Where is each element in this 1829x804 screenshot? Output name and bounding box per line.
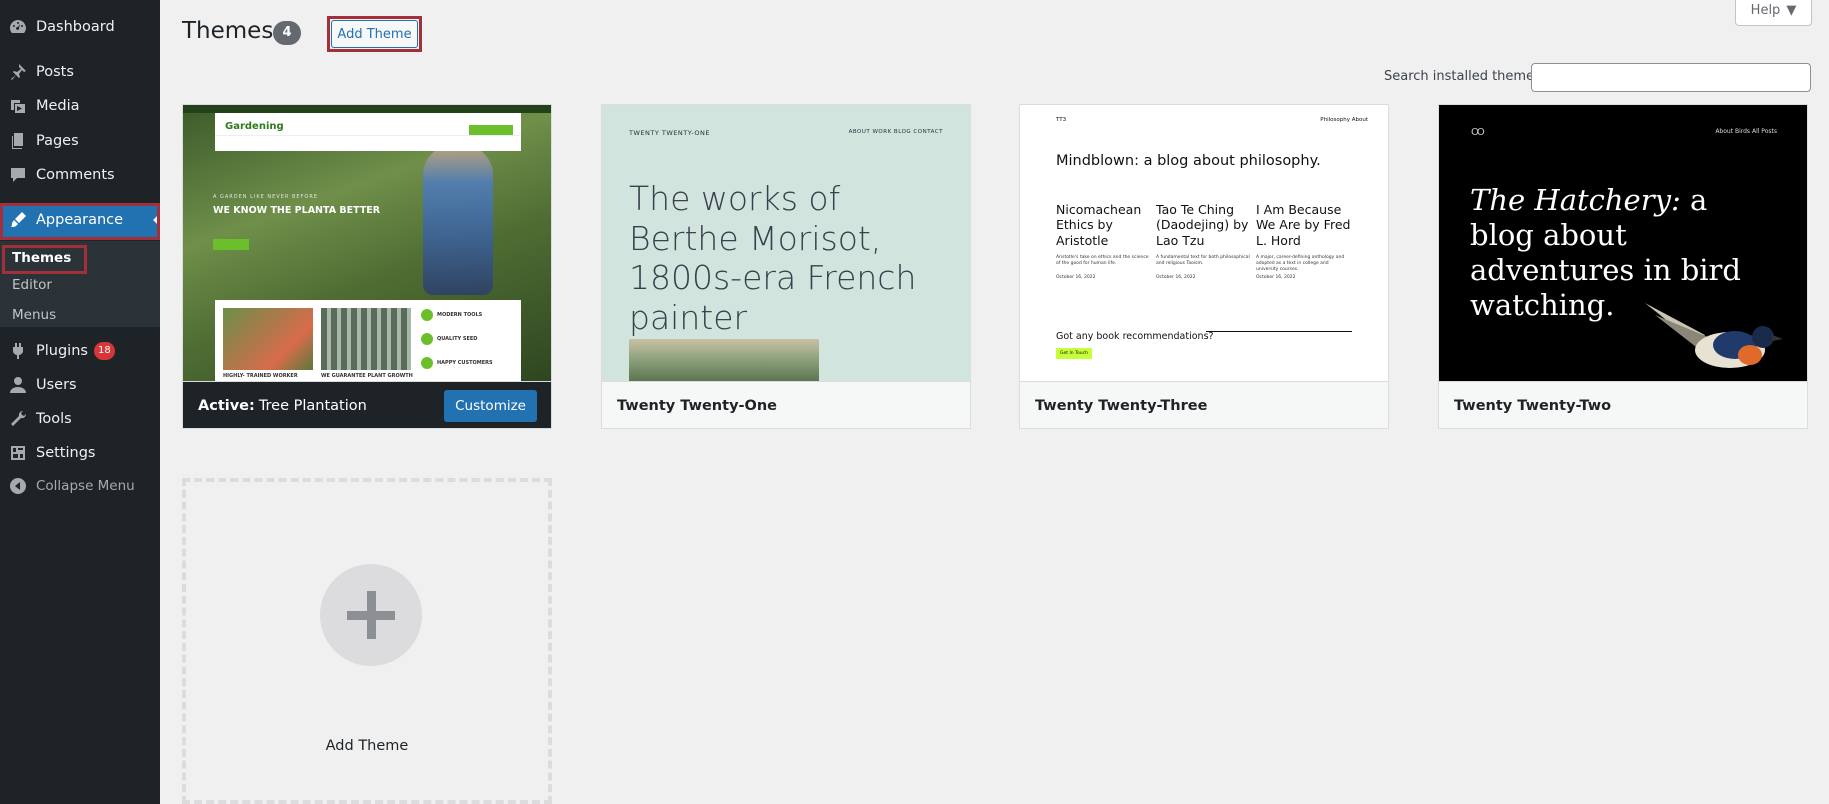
preview-post-excerpt: A fundamental text for both philosophica… bbox=[1156, 255, 1250, 266]
sidebar-item-label: Settings bbox=[36, 445, 96, 461]
preview-button: Get In Touch bbox=[1056, 348, 1092, 359]
paintbrush-icon bbox=[0, 210, 36, 230]
sidebar-item-label: Plugins bbox=[36, 343, 88, 359]
sidebar-item-media[interactable]: Media bbox=[0, 89, 160, 123]
dashboard-icon bbox=[0, 17, 36, 37]
submenu-item-themes[interactable]: Themes bbox=[12, 250, 71, 266]
theme-card-twenty-twenty-three[interactable]: TT3 Philosophy About Mindblown: a blog a… bbox=[1019, 104, 1389, 429]
preview-nav: About Birds All Posts bbox=[1715, 128, 1777, 135]
preview-post-excerpt: Aristotle's take on ethics and the scien… bbox=[1056, 255, 1149, 266]
sidebar-item-dashboard[interactable]: Dashboard bbox=[0, 10, 160, 44]
sidebar-item-label: Dashboard bbox=[36, 19, 115, 35]
preview-site-title: TT3 bbox=[1056, 117, 1067, 123]
pin-icon bbox=[0, 62, 36, 82]
active-label: Active: bbox=[198, 398, 255, 414]
sidebar-item-pages[interactable]: Pages bbox=[0, 124, 160, 158]
customize-button[interactable]: Customize bbox=[444, 390, 537, 422]
preview-nav: Philosophy About bbox=[1320, 117, 1368, 123]
preview-feature: QUALITY SEED bbox=[421, 332, 516, 346]
theme-card-tree-plantation[interactable]: Gardening A GARDEN LIKE NEVER BEFORE WE … bbox=[182, 104, 552, 429]
theme-name: Tree Plantation bbox=[258, 398, 367, 414]
user-icon bbox=[0, 375, 36, 395]
search-themes-input[interactable] bbox=[1531, 63, 1811, 92]
comment-icon bbox=[0, 165, 36, 185]
submenu-item-editor[interactable]: Editor bbox=[12, 277, 52, 293]
preview-feature: MODERN TOOLS bbox=[421, 308, 516, 322]
help-label: Help bbox=[1750, 3, 1781, 18]
collapse-menu-label: Collapse Menu bbox=[36, 478, 135, 494]
settings-icon bbox=[0, 443, 36, 463]
theme-name: Twenty Twenty-Two bbox=[1439, 381, 1807, 428]
theme-card-twenty-twenty-two[interactable]: OO About Birds All Posts The Hatchery: a… bbox=[1438, 104, 1808, 429]
sidebar-item-plugins[interactable]: Plugins 18 bbox=[0, 334, 160, 368]
sidebar-item-label: Users bbox=[36, 377, 77, 393]
theme-screenshot: TWENTY TWENTY-ONE ABOUT WORK BLOG CONTAC… bbox=[602, 105, 970, 381]
pages-icon bbox=[0, 131, 36, 151]
preview-post-date: October 16, 2022 bbox=[1256, 275, 1296, 280]
preview-post-date: October 16, 2022 bbox=[1056, 275, 1096, 280]
preview-tagline: A GARDEN LIKE NEVER BEFORE bbox=[213, 194, 318, 200]
admin-sidebar: Dashboard Posts Media Pages Comments App… bbox=[0, 0, 160, 804]
preview-nav: ABOUT WORK BLOG CONTACT bbox=[848, 129, 943, 135]
preview-logo: Gardening bbox=[225, 121, 284, 132]
sidebar-item-posts[interactable]: Posts bbox=[0, 55, 160, 89]
add-theme-button[interactable]: Add Theme bbox=[331, 20, 418, 48]
wrench-icon bbox=[0, 409, 36, 429]
preview-caption: WE GUARANTEE PLANT GROWTH bbox=[321, 373, 413, 379]
preview-logo: OO bbox=[1471, 127, 1485, 138]
theme-name-bar: Active: Tree Plantation Customize bbox=[183, 381, 551, 428]
theme-card-twenty-twenty-one[interactable]: TWENTY TWENTY-ONE ABOUT WORK BLOG CONTAC… bbox=[601, 104, 971, 429]
sidebar-item-settings[interactable]: Settings bbox=[0, 436, 160, 470]
preview-post-title: Tao Te Ching (Daodejing) by Lao Tzu bbox=[1156, 202, 1249, 248]
sidebar-item-label: Appearance bbox=[36, 212, 124, 228]
theme-name: Twenty Twenty-One bbox=[602, 381, 970, 428]
theme-count-badge: 4 bbox=[273, 21, 301, 45]
sidebar-item-label: Tools bbox=[36, 411, 72, 427]
plugin-icon bbox=[0, 341, 36, 361]
help-tab-button[interactable]: Help ▼ bbox=[1735, 0, 1812, 26]
preview-hero: WE KNOW THE PLANTA BETTER bbox=[213, 205, 381, 216]
preview-post-excerpt: A major, career-defining anthology and a… bbox=[1256, 255, 1345, 272]
preview-reco-text: Got any book recommendations? bbox=[1056, 331, 1214, 342]
sidebar-item-tools[interactable]: Tools bbox=[0, 402, 160, 436]
search-label: Search installed themes bbox=[1384, 69, 1541, 84]
sidebar-item-label: Comments bbox=[36, 167, 115, 183]
preview-post-title: I Am Because We Are by Fred L. Hord bbox=[1256, 202, 1351, 248]
sidebar-item-users[interactable]: Users bbox=[0, 368, 160, 402]
plugins-update-badge: 18 bbox=[93, 342, 115, 360]
bird-illustration bbox=[1645, 303, 1783, 368]
theme-screenshot: TT3 Philosophy About Mindblown: a blog a… bbox=[1020, 105, 1388, 381]
theme-name: Twenty Twenty-Three bbox=[1020, 381, 1388, 428]
submenu-item-menus[interactable]: Menus bbox=[12, 307, 56, 323]
preview-hero: The works of Berthe Morisot, 1800s-era F… bbox=[629, 179, 917, 337]
preview-painting-image bbox=[629, 339, 819, 381]
sidebar-item-label: Media bbox=[36, 98, 80, 114]
theme-screenshot: Gardening A GARDEN LIKE NEVER BEFORE WE … bbox=[183, 105, 551, 381]
add-new-theme-card[interactable]: Add Theme bbox=[182, 478, 552, 804]
preview-feature: HAPPY CUSTOMERS bbox=[421, 356, 516, 370]
preview-site-title: TWENTY TWENTY-ONE bbox=[629, 129, 711, 137]
page-title: Themes bbox=[182, 18, 274, 44]
add-new-theme-label: Add Theme bbox=[325, 738, 409, 754]
theme-screenshot: OO About Birds All Posts The Hatchery: a… bbox=[1439, 105, 1807, 381]
caret-down-icon: ▼ bbox=[1786, 3, 1797, 18]
preview-caption: HIGHLY- TRAINED WORKER bbox=[223, 373, 298, 379]
sidebar-item-label: Pages bbox=[36, 133, 79, 149]
media-icon bbox=[0, 96, 36, 116]
preview-post-date: October 16, 2022 bbox=[1156, 275, 1196, 280]
collapse-menu-button[interactable]: Collapse Menu bbox=[0, 469, 160, 503]
sidebar-item-label: Posts bbox=[36, 64, 74, 80]
collapse-arrow-icon bbox=[0, 476, 36, 496]
preview-headline: Mindblown: a blog about philosophy. bbox=[1056, 153, 1321, 169]
plus-icon bbox=[320, 564, 422, 666]
sidebar-item-appearance[interactable]: Appearance bbox=[0, 203, 160, 237]
preview-post-title: Nicomachean Ethics by Aristotle bbox=[1056, 202, 1142, 248]
sidebar-item-comments[interactable]: Comments bbox=[0, 158, 160, 192]
appearance-submenu: Themes Editor Menus bbox=[0, 241, 160, 327]
